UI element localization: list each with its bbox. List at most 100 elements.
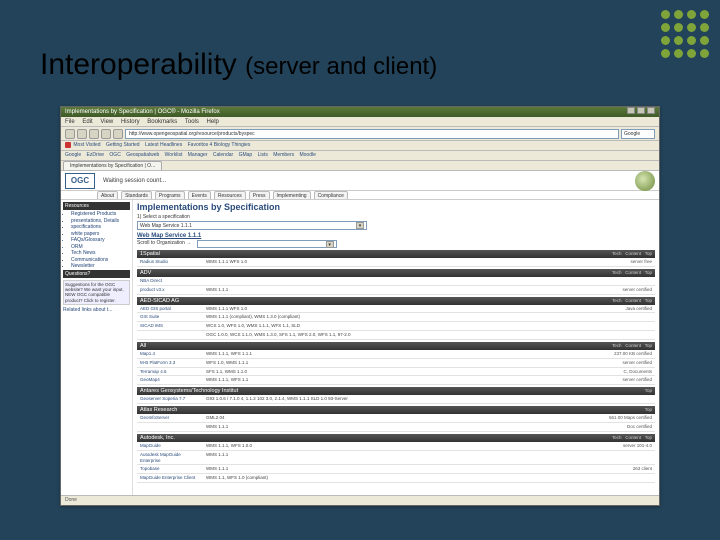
chevron-down-icon: ▾ — [326, 241, 334, 248]
menu-file[interactable]: File — [65, 119, 75, 125]
decorative-dots — [661, 10, 710, 59]
url-input[interactable]: http://www.opengeospatial.org/resource/p… — [125, 129, 619, 139]
window-title: Implementations by Specification | OGC® … — [65, 107, 220, 117]
vendor-row: MapGuide Enterprise ClientWMS 1.1, WFS 1… — [137, 474, 655, 483]
stop-button[interactable] — [101, 129, 111, 139]
vendor-row: GIS SuiteWMS 1.1.1 (compliant), WMS 1.3.… — [137, 313, 655, 322]
link-item[interactable]: Calendar — [213, 152, 233, 158]
vendor-header: Atlas Research Top — [137, 406, 655, 414]
bookmark-item[interactable]: Most Visited — [73, 142, 100, 148]
slide-title: Interoperability (server and client) — [40, 48, 437, 82]
link-item[interactable]: Google — [65, 152, 81, 158]
sidebar: Resources Registered Products presentati… — [61, 200, 133, 505]
vendor-row: M-B PlatForm 3.3WFS 1.0, WMS 1.1.1server… — [137, 359, 655, 368]
sidebar-box: Suggestions for the OGC website? We want… — [63, 280, 130, 306]
link-item[interactable]: Moodle — [299, 152, 315, 158]
tab-programs[interactable]: Programs — [155, 191, 185, 199]
spec-select[interactable]: Web Map Service 1.1.1 ▾ — [137, 221, 367, 230]
vendor-header: 1SpatialTech Content Top — [137, 250, 655, 258]
menu-bookmarks[interactable]: Bookmarks — [147, 119, 177, 125]
close-button[interactable] — [647, 107, 655, 114]
tab-about[interactable]: About — [97, 191, 118, 199]
bookmark-item[interactable]: Getting Started — [106, 142, 140, 148]
window-titlebar: Implementations by Specification | OGC® … — [61, 107, 659, 117]
link-item[interactable]: GMap — [239, 152, 253, 158]
link-item[interactable]: Lists — [258, 152, 268, 158]
ogc-logo[interactable]: OGC — [65, 173, 95, 189]
minimize-button[interactable] — [627, 107, 635, 114]
globe-icon — [635, 171, 655, 191]
menu-history[interactable]: History — [121, 119, 140, 125]
bookmarks-bar: Most Visited Getting Started Latest Head… — [61, 141, 659, 151]
vendor-row: AED GIS portalWMS 1.1.1 WFS 1.0Java cert… — [137, 305, 655, 314]
tab-standards[interactable]: Standards — [121, 191, 152, 199]
link-item[interactable]: OGC — [109, 152, 120, 158]
tab-compliance[interactable]: Compliance — [314, 191, 348, 199]
sidebar-list: Registered Products presentations, Detai… — [71, 211, 130, 270]
link-item[interactable]: Manager — [188, 152, 208, 158]
tab-implementing[interactable]: Implementing — [273, 191, 311, 199]
vendors-list: 1SpatialTech Content TopRadius StudioWMS… — [137, 250, 655, 483]
menu-tools[interactable]: Tools — [185, 119, 199, 125]
sidebar-header: Resources — [63, 202, 130, 210]
vendor-header: Autodesk, Inc.Tech Content Top — [137, 434, 655, 442]
tab-active[interactable]: Implementations by Specification | O... — [63, 161, 162, 170]
back-button[interactable] — [65, 129, 75, 139]
vendor-row: Terramap 4.6SFS 1.1, WMS 1.1.0C, Documen… — [137, 368, 655, 377]
menu-edit[interactable]: Edit — [82, 119, 92, 125]
browser-window: Implementations by Specification | OGC® … — [60, 106, 660, 506]
section-title: Web Map Service 1.1.1 — [137, 233, 655, 239]
search-input[interactable]: Google — [621, 129, 655, 139]
maximize-button[interactable] — [637, 107, 645, 114]
link-item[interactable]: Geospatialweb — [126, 152, 159, 158]
vendor-header: ADVTech Content Top — [137, 269, 655, 277]
page-status: Waiting session count... — [103, 178, 635, 184]
vendor-row: Map1.4WMS 1.1.1, WFS 1.1.1237.00 KB cert… — [137, 350, 655, 359]
link-item[interactable]: Members — [273, 152, 294, 158]
page-header: OGC Waiting session count... — [61, 171, 659, 191]
menu-view[interactable]: View — [100, 119, 113, 125]
menu-help[interactable]: Help — [207, 119, 219, 125]
sidebar-related-link[interactable]: Related links about t... — [63, 307, 130, 313]
vendor-header: Antares Geosystems/Technology Institut T… — [137, 387, 655, 395]
vendor-row: OGC 1.0.0, WCS 1.1.0, WMS 1.3.0, SFS 1.1… — [137, 331, 655, 340]
vendor-header: AllTech Content Top — [137, 342, 655, 350]
bookmark-icon — [65, 142, 71, 148]
nav-toolbar: http://www.opengeospatial.org/resource/p… — [61, 127, 659, 141]
tab-press[interactable]: Press — [249, 191, 270, 199]
links-bar: Google EzDrive OGC Geospatialweb Worklis… — [61, 151, 659, 161]
vendor-block: Antares Geosystems/Technology Institut T… — [137, 387, 655, 404]
step-label: 1) Select a specification — [137, 214, 655, 220]
page-content: OGC Waiting session count... About Stand… — [61, 171, 659, 505]
title-main: Interoperability — [40, 48, 237, 81]
org-select[interactable]: ▾ — [197, 240, 337, 248]
vendor-row: SICAD IMSWCS 1.0, WFS 1.0, WMS 1.1.1, WF… — [137, 322, 655, 331]
bookmark-item[interactable]: Latest Headlines — [145, 142, 182, 148]
vendor-block: 1SpatialTech Content TopRadius StudioWMS… — [137, 250, 655, 267]
tab-events[interactable]: Events — [188, 191, 211, 199]
vendor-row: MapGuideWMS 1.1.1, WFS 1.0.0server 101-4… — [137, 442, 655, 451]
home-button[interactable] — [113, 129, 123, 139]
title-sub: (server and client) — [245, 53, 437, 80]
vendor-row: Geoserver Soperia 7.7G93 1.0.6 / 7.1.0 4… — [137, 395, 655, 404]
vendor-block: Autodesk, Inc.Tech Content TopMapGuideWM… — [137, 434, 655, 483]
tab-bar: Implementations by Specification | O... — [61, 161, 659, 171]
tab-resources[interactable]: Resources — [214, 191, 246, 199]
vendor-row: TopobaseWMS 1.1.1263 client — [137, 465, 655, 474]
window-controls — [627, 107, 655, 117]
page-body: Resources Registered Products presentati… — [61, 200, 659, 505]
forward-button[interactable] — [77, 129, 87, 139]
reload-button[interactable] — [89, 129, 99, 139]
bookmark-item[interactable]: Favoritos 4 Biology Thingies — [188, 142, 251, 148]
vendor-row: NBA Direct — [137, 277, 655, 286]
main-content: Implementations by Specification 1) Sele… — [133, 200, 659, 505]
status-bar: Done — [61, 495, 659, 505]
link-item[interactable]: EzDrive — [87, 152, 105, 158]
vendor-row: WMS 1.1.1Doc certified — [137, 423, 655, 432]
vendor-block: AED-SICAD AGTech Content TopAED GIS port… — [137, 297, 655, 340]
vendor-row: Autodesk MapGuide EnterpriseWMS 1.1.1 — [137, 451, 655, 466]
spec-selected: Web Map Service 1.1.1 — [140, 222, 192, 230]
link-item[interactable]: Worklist — [165, 152, 183, 158]
menu-bar: File Edit View History Bookmarks Tools H… — [61, 117, 659, 127]
sidebar-header2: Questions? — [63, 270, 130, 278]
